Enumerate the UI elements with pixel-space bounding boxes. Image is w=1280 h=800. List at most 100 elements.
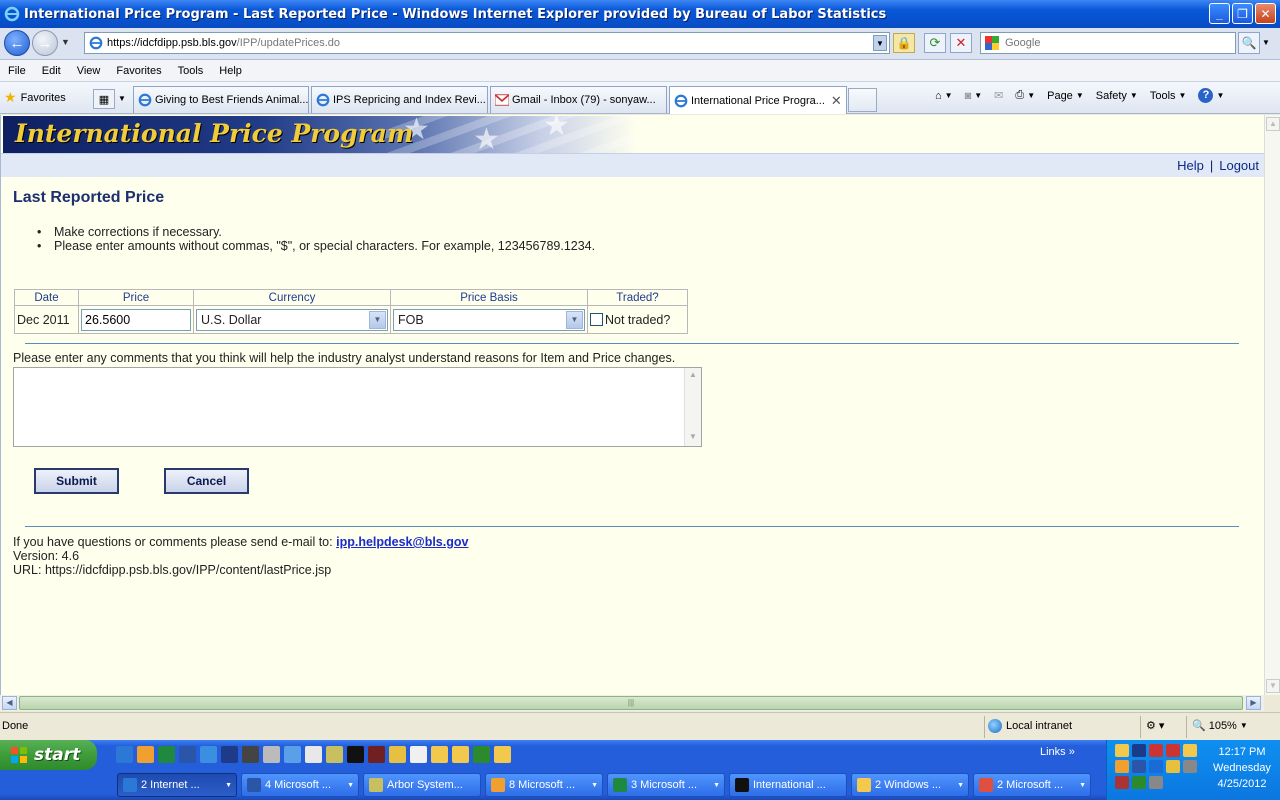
window-title-bar[interactable]: International Price Program - Last Repor… [0,0,1280,28]
update-tray-icon[interactable] [1132,776,1146,789]
security-tray-icon[interactable] [1132,760,1146,773]
help-menu-button[interactable]: ? ▼ [1195,88,1227,103]
menu-favorites[interactable]: Favorites [108,65,169,77]
taskbar-button-windows-explorer[interactable]: 2 Windows ... ▼ [851,773,969,797]
logout-link[interactable]: Logout [1219,158,1259,173]
network-tray-icon[interactable] [1132,744,1146,757]
menu-file[interactable]: File [0,65,34,77]
stop-icon[interactable]: ✕ [950,33,972,53]
help-link[interactable]: Help [1177,158,1204,173]
not-traded-checkbox[interactable] [590,313,603,326]
chevron-down-icon[interactable]: ▼ [369,310,386,329]
search-box[interactable] [980,32,1236,54]
comments-scrollbar[interactable]: ▲ ▼ [684,368,701,446]
page-menu-button[interactable]: Page ▼ [1044,90,1087,102]
mail-tray-icon[interactable] [1115,744,1129,757]
search-icon[interactable]: 🔍 [1238,32,1260,54]
security-lock-icon[interactable]: 🔒 [893,33,915,53]
ie-launch-icon[interactable] [116,746,133,763]
history-dropdown-icon[interactable]: ▼ [61,37,70,47]
scroll-right-icon[interactable]: ▶ [1246,696,1261,710]
taskbar-button-excel[interactable]: 3 Microsoft ... ▼ [607,773,725,797]
scroll-down-icon[interactable]: ▼ [1266,679,1280,693]
taskbar-button-arbor[interactable]: Arbor System... [363,773,481,797]
scroll-up-icon[interactable]: ▲ [687,370,699,382]
bluetooth-tray-icon[interactable] [1149,760,1163,773]
network-launch-icon[interactable] [284,746,301,763]
protected-mode-icon[interactable]: ⚙ ▾ [1146,719,1164,732]
read-mail-button[interactable]: ✉ [991,89,1006,102]
tab-best-friends[interactable]: Giving to Best Friends Animal... [133,86,309,113]
taskbar-button-outlook[interactable]: 8 Microsoft ... ▼ [485,773,603,797]
address-dropdown-icon[interactable]: ▼ [873,35,887,51]
home-button[interactable]: ⌂ ▼ [932,90,956,102]
tab-international-price-program[interactable]: International Price Progra... ✕ [669,86,847,114]
document-launch-icon[interactable] [263,746,280,763]
address-bar[interactable]: https://idcfdipp.psb.bls.gov/IPP/updateP… [84,32,890,54]
comments-textarea[interactable] [14,368,684,444]
quick-tabs-icon[interactable]: ▦ [93,89,115,109]
outlook-tray-icon[interactable] [1115,760,1129,773]
price-input[interactable] [81,308,191,331]
tools-menu-button[interactable]: Tools ▼ [1147,90,1190,102]
close-tab-icon[interactable]: ✕ [831,93,842,109]
media-launch-icon[interactable] [305,746,322,763]
taskbar-button-international[interactable]: International ... [729,773,847,797]
disconnected-tray-icon[interactable] [1149,744,1163,757]
taskbar-button-internet-explorer[interactable]: 2 Internet ... ▼ [117,773,237,797]
currency-select[interactable]: U.S. Dollar ▼ [196,308,388,331]
search-options-dropdown-icon[interactable]: ▼ [1262,38,1270,47]
favorites-button[interactable]: ★ Favorites [4,89,66,106]
outlook-launch-icon[interactable] [137,746,154,763]
cancel-button[interactable]: Cancel [164,468,249,494]
menu-edit[interactable]: Edit [34,65,69,77]
tab-list-dropdown-icon[interactable]: ▼ [118,94,126,103]
folder-launch-icon[interactable] [431,746,448,763]
tab-ips-repricing[interactable]: IPS Repricing and Index Revi... [311,86,488,113]
print-button[interactable]: ⎙ ▼ [1012,89,1038,102]
shield-tray-icon[interactable] [1183,744,1197,757]
horizontal-scroll-thumb[interactable]: ||| [19,696,1243,710]
browser-launch-icon[interactable] [200,746,217,763]
chevron-down-icon[interactable]: ▼ [566,310,583,329]
new-tab-button[interactable] [848,88,877,112]
helpdesk-email-link[interactable]: ipp.helpdesk@bls.gov [336,535,468,549]
minimize-button[interactable]: _ [1209,3,1230,24]
app-launch-icon[interactable] [242,746,259,763]
price-basis-select[interactable]: FOB ▼ [393,308,585,331]
tool-launch-icon[interactable] [326,746,343,763]
scroll-down-icon[interactable]: ▼ [687,432,699,444]
lock-tray-icon[interactable] [1166,760,1180,773]
forward-button[interactable]: → [32,30,58,56]
pencil-launch-icon[interactable] [389,746,406,763]
scroll-up-icon[interactable]: ▲ [1266,117,1280,131]
notepad-launch-icon[interactable] [410,746,427,763]
vertical-scrollbar[interactable]: ▲ ▼ [1264,115,1280,695]
volume-tray-icon[interactable] [1183,760,1197,773]
restore-button[interactable]: ❐ [1232,3,1253,24]
cable-tray-icon[interactable] [1149,776,1163,789]
globe-launch-icon[interactable] [473,746,490,763]
horizontal-scrollbar[interactable]: ◀ ||| ▶ [0,695,1264,711]
spa-launch-icon[interactable] [221,746,238,763]
search-input[interactable] [1003,36,1223,50]
tab-gmail[interactable]: Gmail - Inbox (79) - sonyaw... [490,86,667,113]
safety-menu-button[interactable]: Safety ▼ [1093,90,1141,102]
word-launch-icon[interactable] [179,746,196,763]
close-button[interactable]: ✕ [1255,3,1276,24]
zoom-control[interactable]: 🔍 105% ▼ [1192,719,1248,733]
refresh-icon[interactable]: ⟳ [924,33,946,53]
taskbar-button-microsoft-2[interactable]: 2 Microsoft ... ▼ [973,773,1091,797]
security-zone[interactable]: Local intranet [988,719,1072,733]
folder-launch-icon[interactable] [494,746,511,763]
folder-launch-icon[interactable] [452,746,469,763]
menu-tools[interactable]: Tools [170,65,212,77]
back-button[interactable]: ← [4,30,30,56]
scroll-left-icon[interactable]: ◀ [2,696,17,710]
menu-help[interactable]: Help [211,65,250,77]
clock[interactable]: 12:17 PM Wednesday 4/25/2012 [1207,744,1277,792]
submit-button[interactable]: Submit [34,468,119,494]
feeds-button[interactable]: ◙ ▼ [962,90,986,102]
menu-view[interactable]: View [69,65,109,77]
alert-tray-icon[interactable] [1166,744,1180,757]
